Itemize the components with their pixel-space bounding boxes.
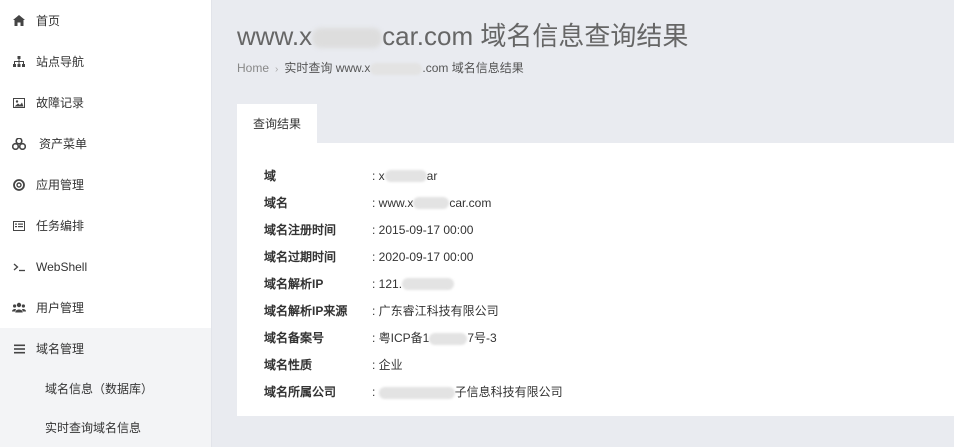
- value-suffix: ar: [426, 168, 438, 183]
- sidebar-subitem-domain-info-db[interactable]: 域名信息（数据库）: [0, 369, 211, 408]
- sidebar-item-label: 资产菜单: [39, 137, 88, 151]
- result-card: 查询结果 域 : x ar 域名 : www.x car.com 域名注册时间 : …: [237, 104, 954, 416]
- result-key: 域名所属公司: [264, 385, 337, 399]
- sidebar-item-task-orchestration[interactable]: 任务编排: [0, 205, 211, 246]
- sidebar-item-home[interactable]: 首页: [0, 0, 211, 41]
- terminal-icon: [12, 260, 26, 274]
- result-row: 域 : x ar: [237, 162, 954, 189]
- result-value: : 子信息科技有限公司: [372, 383, 563, 400]
- value-suffix: 子信息科技有限公司: [454, 385, 563, 399]
- page-title: www.x car.com 域名信息查询结果: [237, 16, 688, 53]
- redacted-text: [402, 278, 455, 291]
- users-icon: [12, 301, 26, 315]
- bars-icon: [12, 342, 26, 356]
- result-key: 域名解析IP: [264, 277, 324, 291]
- result-key: 域名性质: [264, 358, 313, 372]
- result-row: 域名过期时间 : 2020-09-17 00:00: [237, 243, 954, 270]
- cubes-icon: [12, 137, 26, 151]
- result-key: 域: [264, 169, 277, 183]
- value-prefix: : 121.: [372, 276, 403, 291]
- result-key: 域名备案号: [264, 331, 325, 345]
- sidebar-item-site-nav[interactable]: 站点导航: [0, 41, 211, 82]
- result-value: : 2015-09-17 00:00: [372, 222, 474, 237]
- result-row: 域名注册时间 : 2015-09-17 00:00: [237, 216, 954, 243]
- tab-label: 查询结果: [252, 117, 301, 131]
- value-prefix: : 粤ICP备1: [372, 331, 430, 345]
- sidebar-item-domain-management[interactable]: 域名管理: [0, 328, 211, 369]
- sidebar-subitem-label: 实时查询域名信息: [45, 421, 142, 435]
- result-table: 域 : x ar 域名 : www.x car.com 域名注册时间 : 2015-…: [237, 143, 954, 416]
- list-alt-icon: [12, 219, 26, 233]
- value-prefix: : x: [372, 168, 385, 183]
- redacted-text: [312, 28, 383, 49]
- picture-icon: [12, 96, 26, 110]
- result-value: : www.x car.com: [372, 196, 491, 210]
- result-value: : 121.: [372, 276, 455, 291]
- sidebar-item-label: 首页: [36, 14, 61, 28]
- sidebar-item-label: 任务编排: [36, 219, 85, 233]
- result-value: : 企业: [372, 358, 403, 372]
- sidebar-subitem-realtime-query[interactable]: 实时查询域名信息: [0, 408, 211, 447]
- redacted-text: [370, 62, 423, 75]
- home-icon: [12, 14, 26, 28]
- result-key: 域名: [264, 196, 289, 210]
- sidebar-item-label: 域名管理: [36, 342, 85, 356]
- sidebar-item-label: 用户管理: [36, 301, 85, 315]
- value-prefix: : www.x: [372, 195, 414, 210]
- breadcrumb: Home › 实时查询 www.x .com 域名信息结果: [237, 59, 524, 76]
- sitemap-icon: [12, 55, 26, 69]
- redacted-text: [413, 197, 450, 210]
- result-value: : 2020-09-17 00:00: [372, 249, 474, 264]
- value-prefix: :: [372, 385, 379, 399]
- result-row: 域名性质 : 企业: [237, 351, 954, 378]
- value-suffix: 7号-3: [467, 331, 497, 345]
- page-title-prefix: www.x: [237, 21, 313, 51]
- redacted-text: [429, 332, 468, 345]
- value-suffix: car.com: [449, 195, 492, 210]
- result-row: 域名所属公司 : 子信息科技有限公司: [237, 378, 954, 405]
- sidebar-item-label: 站点导航: [36, 55, 85, 69]
- breadcrumb-current-suffix: .com 域名信息结果: [422, 61, 524, 75]
- sidebar-item-label: WebShell: [36, 259, 88, 274]
- main-content: www.x car.com 域名信息查询结果 Home › 实时查询 www.x .co…: [213, 0, 954, 447]
- sidebar-item-app-management[interactable]: 应用管理: [0, 164, 211, 205]
- result-row: 域名 : www.x car.com: [237, 189, 954, 216]
- redacted-text: [378, 386, 455, 399]
- result-row: 域名备案号 : 粤ICP备1 7号-3: [237, 324, 954, 351]
- chevron-right-icon: ›: [275, 64, 279, 75]
- result-key: 域名过期时间: [264, 250, 337, 264]
- sidebar: 首页 站点导航 故障记录 资产菜单 应用管理 任务编排 WebShell 用户管…: [0, 0, 212, 447]
- sidebar-item-label: 应用管理: [36, 178, 85, 192]
- result-value: : 广东睿江科技有限公司: [372, 304, 499, 318]
- sidebar-item-label: 故障记录: [36, 96, 85, 110]
- result-key: 域名解析IP来源: [264, 304, 348, 318]
- result-row: 域名解析IP来源 : 广东睿江科技有限公司: [237, 297, 954, 324]
- breadcrumb-home[interactable]: Home: [237, 61, 269, 75]
- result-value: : x ar: [372, 169, 437, 183]
- lifebuoy-icon: [12, 178, 26, 192]
- sidebar-item-user-management[interactable]: 用户管理: [0, 287, 211, 328]
- result-row: 域名解析IP : 121.: [237, 270, 954, 297]
- result-key: 域名注册时间: [264, 223, 337, 237]
- result-value: : 粤ICP备1 7号-3: [372, 329, 497, 346]
- breadcrumb-current-prefix: 实时查询 www.x: [284, 61, 371, 75]
- sidebar-item-fault-log[interactable]: 故障记录: [0, 82, 211, 123]
- sidebar-subitem-label: 域名信息（数据库）: [45, 382, 154, 396]
- tab-bar: 查询结果: [237, 104, 954, 143]
- sidebar-item-assets[interactable]: 资产菜单: [0, 123, 211, 164]
- redacted-text: [384, 170, 427, 183]
- sidebar-item-webshell[interactable]: WebShell: [0, 246, 211, 287]
- page-title-suffix: car.com 域名信息查询结果: [382, 21, 689, 51]
- tab-query-result[interactable]: 查询结果: [237, 104, 317, 143]
